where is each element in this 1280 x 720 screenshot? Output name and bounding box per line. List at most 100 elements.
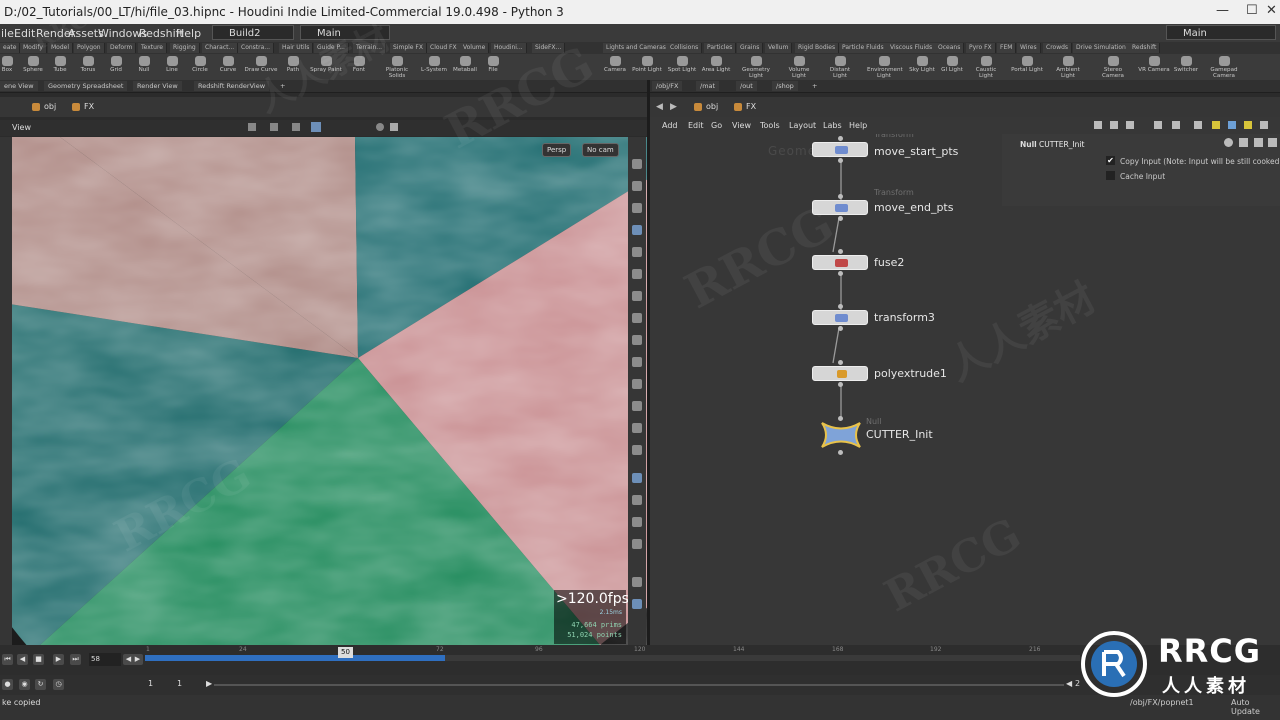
tool-vr-camera[interactable]: VR Camera (1137, 55, 1171, 73)
shape-icon[interactable] (1260, 121, 1268, 129)
tool-gamepad-camera[interactable]: Gamepad Camera (1207, 55, 1241, 79)
tab-shop[interactable]: /shop (772, 81, 798, 91)
shelf-tab[interactable]: Deform (107, 43, 137, 53)
sticky-note-icon[interactable] (1212, 121, 1220, 129)
node-output[interactable] (838, 271, 843, 276)
menu-layout[interactable]: Layout (789, 121, 816, 130)
current-frame-field[interactable]: 58 (89, 653, 121, 666)
realtime-icon[interactable]: ◷ (53, 679, 64, 690)
node-input[interactable] (838, 194, 843, 199)
node-input[interactable] (838, 136, 843, 141)
tools-icon[interactable] (1110, 121, 1118, 129)
node-body[interactable] (812, 142, 868, 157)
node-body[interactable] (812, 310, 868, 325)
move-icon[interactable] (270, 123, 278, 131)
snap-icon[interactable] (376, 123, 384, 131)
tab-obj-fx[interactable]: /obj/FX (652, 81, 683, 91)
shelf-tab[interactable]: Polygon (74, 43, 105, 53)
shelf-tab[interactable]: Wires (1017, 43, 1041, 53)
menu-labs[interactable]: Labs (823, 121, 842, 130)
select-icon[interactable] (248, 123, 256, 131)
gear-icon[interactable] (1224, 138, 1233, 147)
display-option-icon[interactable] (632, 577, 642, 587)
tool-gi-light[interactable]: GI Light (935, 55, 969, 73)
shelf-tab[interactable]: Redshift (1129, 43, 1161, 53)
help-icon[interactable] (1239, 138, 1248, 147)
null-icon[interactable] (818, 420, 864, 450)
tool-lsystem[interactable]: L-System (417, 55, 451, 73)
node-body[interactable] (812, 366, 868, 381)
display-option-icon[interactable] (632, 181, 642, 191)
node-input[interactable] (838, 304, 843, 309)
jump-start-icon[interactable]: ⏮ (2, 654, 13, 665)
stop-icon[interactable]: ■ (33, 654, 44, 665)
close-button[interactable]: ✕ (1266, 3, 1277, 18)
tab-scene-view[interactable]: ene View (0, 81, 38, 91)
list-view-icon[interactable] (1172, 121, 1180, 129)
menu-help[interactable]: Help (176, 27, 201, 40)
back-icon[interactable]: ◀ (656, 102, 663, 112)
tool-curve[interactable]: Curve (211, 55, 245, 73)
display-option-icon[interactable] (632, 269, 642, 279)
right-context-dropdown[interactable]: Main (1166, 25, 1276, 40)
path-fx[interactable]: FX (732, 101, 756, 113)
color-palette-icon[interactable] (1244, 121, 1252, 129)
keys-icon[interactable]: ● (2, 679, 13, 690)
shelf-tab[interactable]: Cloud FX (427, 43, 461, 53)
node-name[interactable]: move_start_pts (874, 145, 958, 158)
menu-file[interactable]: ile (1, 27, 14, 40)
range-start-arrow[interactable]: ▶ (206, 679, 212, 688)
shelf-tab[interactable]: Constra... (238, 43, 275, 53)
cache-input-checkbox[interactable] (1106, 171, 1115, 180)
shelf-tab[interactable]: Texture (138, 43, 167, 53)
auto-update-button[interactable]: Auto Update (1231, 698, 1280, 716)
shelf-tab[interactable]: Houdini... (491, 43, 527, 53)
display-option-icon[interactable] (632, 159, 642, 169)
play-reverse-icon[interactable]: ◀ (17, 654, 28, 665)
tool-area-light[interactable]: Area Light (699, 55, 733, 73)
jump-end-icon[interactable]: ⏭ (70, 654, 81, 665)
rotate-icon[interactable] (292, 123, 300, 131)
info-icon[interactable] (1268, 138, 1277, 147)
node-input[interactable] (838, 249, 843, 254)
shelf-tab[interactable]: Volume (460, 43, 490, 53)
node-output[interactable] (838, 216, 843, 221)
display-option-icon[interactable] (632, 599, 642, 609)
display-option-icon[interactable] (632, 445, 642, 455)
menu-view[interactable]: View (732, 121, 751, 130)
range-end-arrow[interactable]: ◀ (1066, 679, 1072, 688)
tool-point-light[interactable]: Point Light (630, 55, 664, 73)
display-option-icon[interactable] (632, 423, 642, 433)
tool-stereo-camera[interactable]: Stereo Camera (1096, 55, 1130, 79)
display-option-icon[interactable] (632, 203, 642, 213)
desktop-dropdown[interactable]: Build2 (212, 25, 294, 40)
display-option-icon[interactable] (632, 247, 642, 257)
camera-button[interactable]: No cam (582, 143, 619, 157)
shelf-tab[interactable]: Pyro FX (966, 43, 996, 53)
display-option-icon[interactable] (632, 291, 642, 301)
tab-mat[interactable]: /mat (696, 81, 720, 91)
search-icon[interactable] (1254, 138, 1263, 147)
loop-icon[interactable]: ↻ (35, 679, 46, 690)
menu-edit[interactable]: Edit (688, 121, 704, 130)
add-tab-icon[interactable]: + (808, 81, 821, 91)
menu-tools[interactable]: Tools (760, 121, 780, 130)
shelf-tab[interactable]: Viscous Fluids (887, 43, 937, 53)
forward-icon[interactable]: ▶ (670, 102, 677, 112)
tab-render-view[interactable]: Render View (133, 81, 182, 91)
tool-caustic-light[interactable]: Caustic Light (969, 55, 1003, 79)
right-display-toolbar[interactable] (628, 137, 646, 645)
display-option-icon[interactable] (632, 379, 642, 389)
tool-spot-light[interactable]: Spot Light (665, 55, 699, 73)
shelf-tab[interactable]: Vellum (765, 43, 793, 53)
shelf-tab[interactable]: eate (0, 43, 21, 53)
tool-switcher[interactable]: Switcher (1169, 55, 1203, 73)
node-input[interactable] (838, 416, 843, 421)
node-name[interactable]: move_end_pts (874, 201, 953, 214)
grid-view-icon[interactable] (1154, 121, 1162, 129)
tool-camera[interactable]: Camera (598, 55, 632, 73)
shelf-tab[interactable]: Grains (737, 43, 764, 53)
range-slider[interactable] (214, 684, 1064, 686)
persp-button[interactable]: Persp (542, 143, 572, 157)
display-option-icon[interactable] (632, 517, 642, 527)
